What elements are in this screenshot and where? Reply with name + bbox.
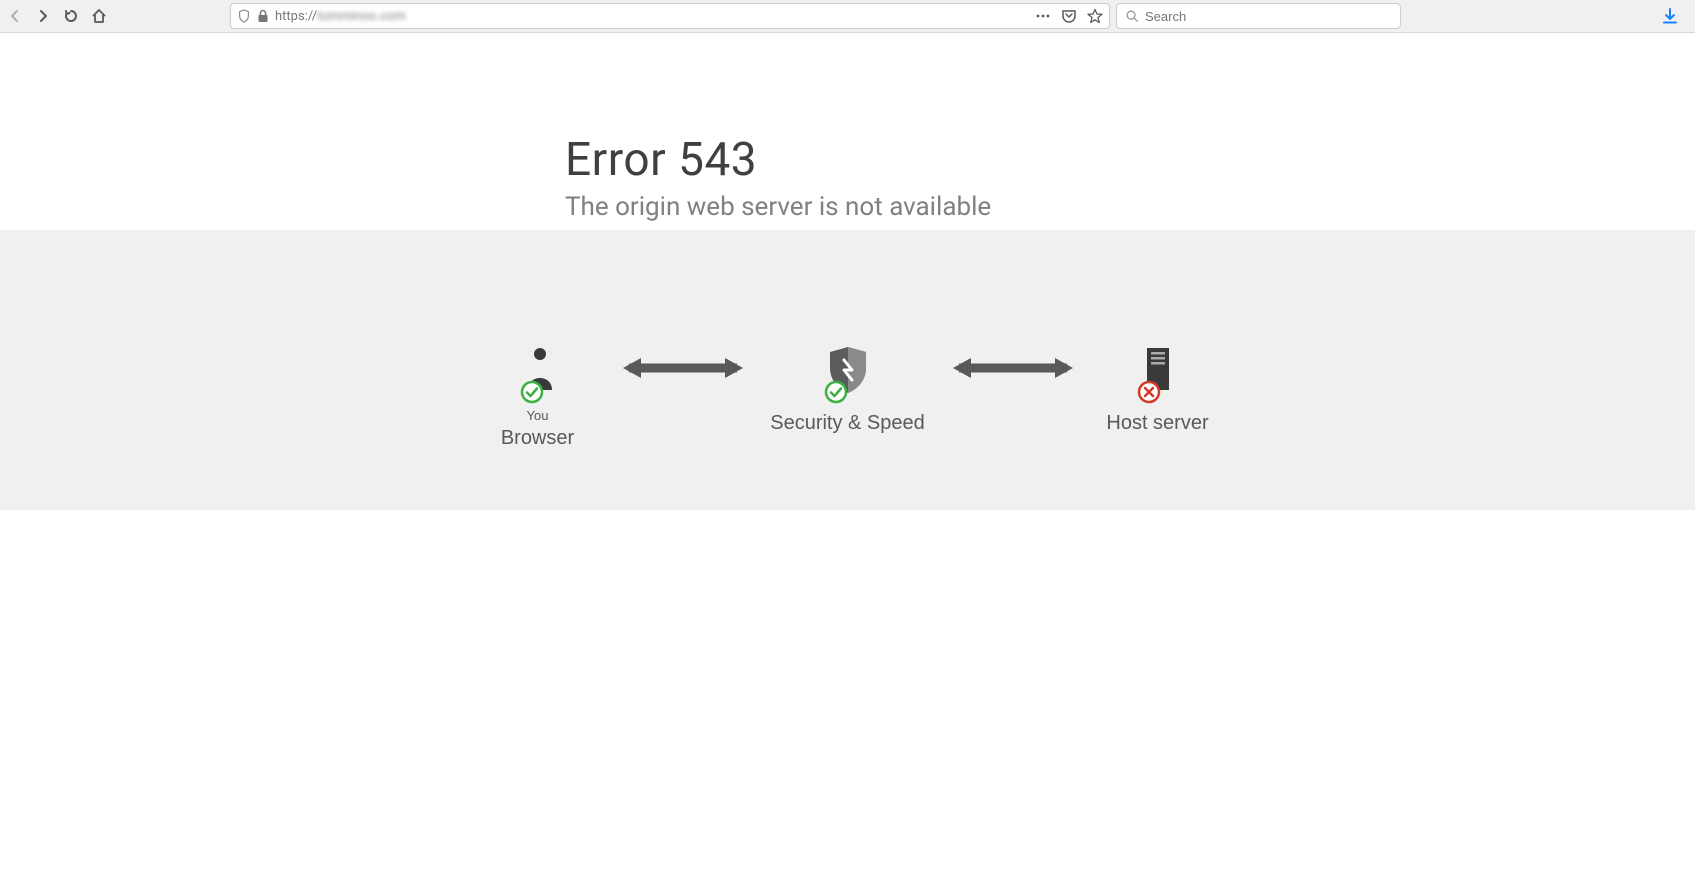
lock-icon[interactable] [257, 9, 269, 23]
node-browser-top-label: You [527, 408, 549, 423]
arrow-right [948, 340, 1078, 380]
error-subtitle: The origin web server is not available [565, 192, 1665, 222]
node-browser-bottom-label: Browser [501, 427, 574, 450]
page-content: Error 543 The origin web server is not a… [0, 33, 1695, 510]
tracking-shield-icon[interactable] [237, 9, 251, 23]
connection-diagram: You Browser [458, 290, 1238, 450]
ellipsis-icon[interactable] [1035, 8, 1051, 24]
node-security: Security & Speed [748, 340, 948, 435]
downloads-icon[interactable] [1661, 7, 1679, 25]
back-button[interactable] [6, 7, 24, 25]
url-bar[interactable]: https://tomminoo.com [230, 3, 1110, 29]
node-host-bottom-label: Host server [1106, 412, 1208, 435]
home-button[interactable] [90, 7, 108, 25]
reload-button[interactable] [62, 7, 80, 25]
fail-badge-icon [1137, 380, 1161, 404]
node-host: Host server [1078, 340, 1238, 435]
check-badge-icon [520, 380, 544, 404]
bookmark-star-icon[interactable] [1087, 8, 1103, 24]
url-text: https://tomminoo.com [275, 9, 1029, 24]
error-title: Error 543 [565, 133, 1665, 188]
forward-button[interactable] [34, 7, 52, 25]
search-input[interactable] [1145, 9, 1392, 24]
check-badge-icon [824, 380, 848, 404]
node-security-bottom-label: Security & Speed [770, 412, 925, 435]
search-icon [1125, 9, 1139, 23]
arrow-left [618, 340, 748, 380]
search-bar[interactable] [1116, 3, 1401, 29]
toolbar-right [1661, 7, 1689, 25]
nav-buttons-group [6, 7, 114, 25]
browser-toolbar: https://tomminoo.com [0, 0, 1695, 33]
node-browser: You Browser [458, 340, 618, 450]
pocket-icon[interactable] [1061, 8, 1077, 24]
